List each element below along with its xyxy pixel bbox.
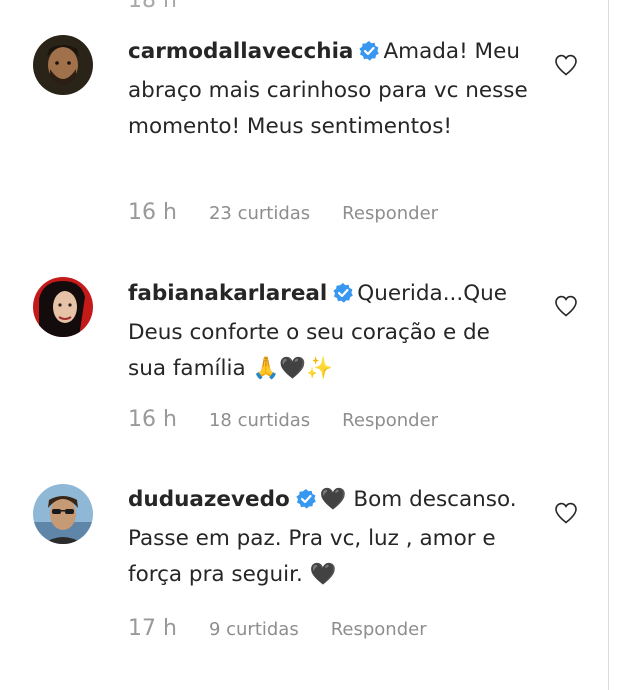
previous-comment-timestamp: 18 h [128,0,177,13]
comment-body: duduazevedo 🖤 Bom descanso. Passe em paz.… [128,482,528,593]
man-sunglasses-avatar-icon [33,484,93,544]
verified-badge-icon [333,279,354,315]
username[interactable]: duduazevedo [128,487,290,512]
comment-meta: 16 h 23 curtidas Responder [128,200,438,225]
black-heart-emoji: 🖤 [319,487,347,512]
avatar[interactable] [33,484,93,544]
reply-button[interactable]: Responder [342,410,438,431]
likes-count-button[interactable]: 18 curtidas [209,410,310,431]
woman-dark-hair-avatar-icon [33,277,93,337]
reply-button[interactable]: Responder [342,203,438,224]
like-heart-icon[interactable] [554,295,578,317]
verified-badge-icon [359,37,380,73]
comment-time: 16 h [128,200,177,225]
comment-body: carmodallavecchia Amada! Meu abraço mais … [128,34,528,145]
verified-badge-icon [296,485,316,521]
avatar[interactable] [33,35,93,95]
likes-count-button[interactable]: 23 curtidas [209,203,310,224]
comment-time: 16 h [128,407,177,432]
likes-count-button[interactable]: 9 curtidas [209,619,299,640]
comment-meta: 17 h 9 curtidas Responder [128,616,427,641]
man-beard-avatar-icon [33,35,93,95]
right-border [608,0,609,690]
reply-button[interactable]: Responder [331,619,427,640]
like-heart-icon[interactable] [554,54,578,76]
username[interactable]: fabianakarlareal [128,281,327,306]
comment-time: 17 h [128,616,177,641]
username[interactable]: carmodallavecchia [128,39,353,64]
comment-meta: 16 h 18 curtidas Responder [128,407,438,432]
avatar[interactable] [33,277,93,337]
comment-body: fabianakarlareal Querida...Que Deus confo… [128,276,528,387]
like-heart-icon[interactable] [554,502,578,524]
